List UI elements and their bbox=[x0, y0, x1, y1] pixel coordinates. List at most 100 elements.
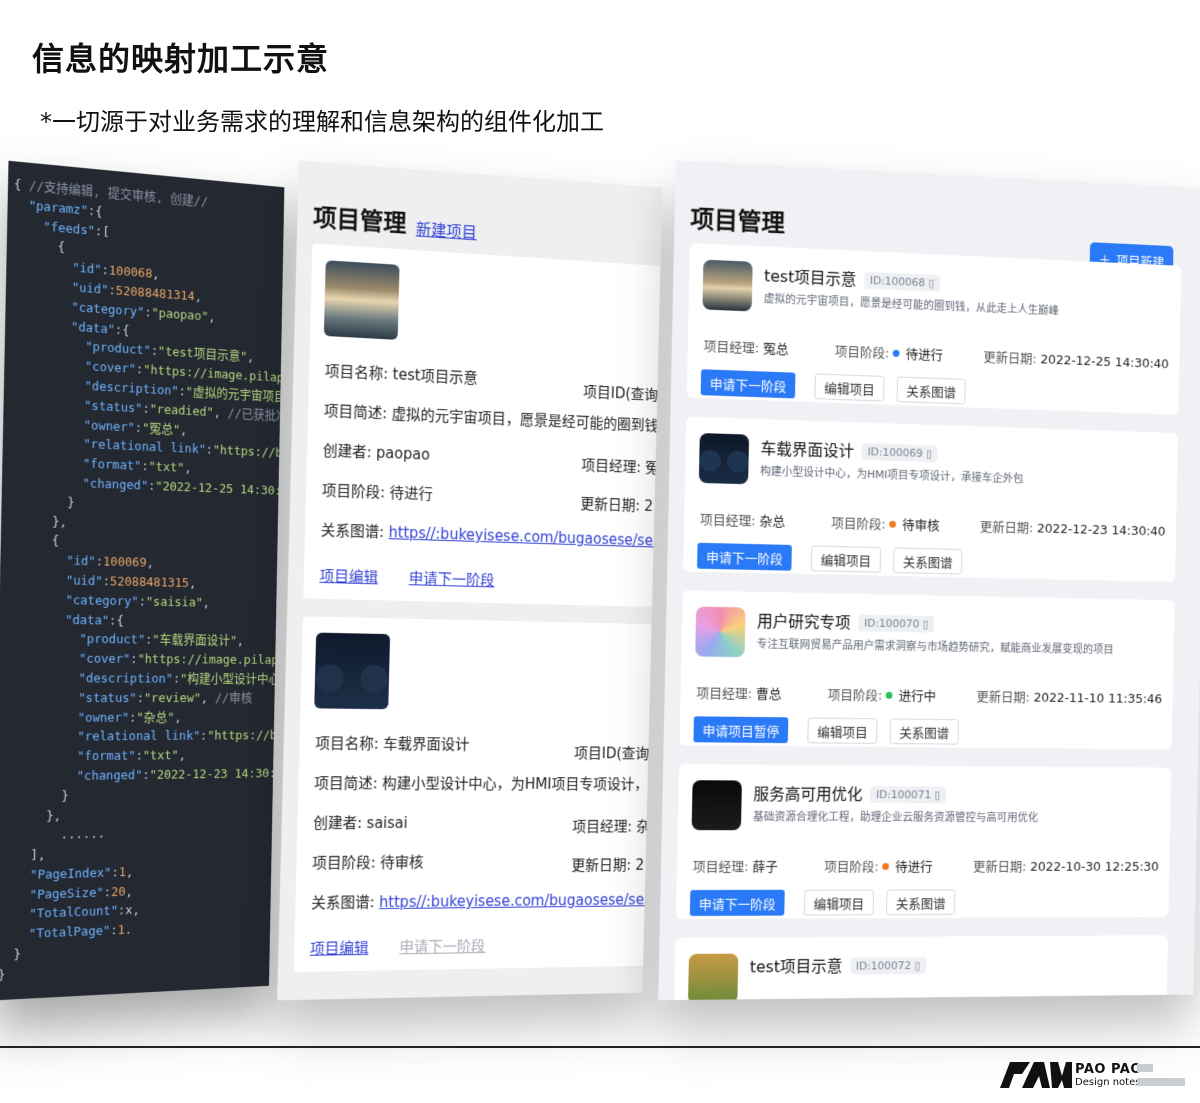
project-link-row: 关系图谱: https//:bukeyisese.com/bugaosese/s… bbox=[311, 889, 651, 913]
code-token: , bbox=[208, 310, 215, 325]
field-label: 项目阶段: bbox=[322, 481, 386, 501]
code-token: :{ bbox=[88, 204, 103, 220]
field-label: 项目阶段: bbox=[828, 688, 883, 703]
primary-action-button[interactable]: 申请项目暂停 bbox=[693, 716, 788, 743]
code-token: 52088481314 bbox=[116, 284, 195, 304]
code-token bbox=[6, 552, 66, 568]
copy-icon[interactable]: ▯ bbox=[914, 959, 920, 972]
project-card[interactable]: test项目示意 ID:100068 ▯ 虚拟的元宇宙项目，愿景是经可能的圈到钱，… bbox=[687, 243, 1182, 415]
project-name: 车载界面设计 bbox=[760, 439, 854, 461]
project-updated: 2022-10-30 12:25:30 bbox=[1030, 860, 1159, 875]
field-label: 项目简述: bbox=[324, 402, 388, 423]
edit-project-link[interactable]: 项目编辑 bbox=[310, 937, 369, 959]
edit-project-link[interactable]: 项目编辑 bbox=[319, 565, 378, 587]
project-id-badge[interactable]: ID:100070 ▯ bbox=[858, 615, 934, 633]
code-token: 100068 bbox=[109, 264, 153, 282]
new-project-link[interactable]: 新建项目 bbox=[416, 216, 478, 244]
relation-graph-link[interactable]: https//:bukeyisese.com/bugaosese/ses bbox=[388, 523, 660, 549]
code-token: "TotalCount" bbox=[29, 904, 118, 922]
code-token: "杂总" bbox=[136, 710, 174, 725]
copy-icon[interactable]: ▯ bbox=[928, 277, 934, 290]
next-stage-link[interactable]: 申请下一阶段 bbox=[409, 567, 495, 590]
relation-graph-button[interactable]: 关系图谱 bbox=[886, 889, 955, 915]
code-token bbox=[2, 730, 77, 745]
stage-row: 项目阶段: 待进行 bbox=[835, 341, 943, 364]
relation-graph-button[interactable]: 关系图谱 bbox=[890, 718, 959, 744]
project-creator-row: 创建者: saisai bbox=[313, 812, 408, 833]
logo-bar bbox=[1137, 1064, 1153, 1072]
project-id-badge[interactable]: ID:100071 ▯ bbox=[870, 786, 946, 803]
code-token: , bbox=[201, 691, 215, 705]
code-line: "description":"构建小型设计中心 bbox=[4, 669, 285, 689]
project-card[interactable]: 服务高可用优化 ID:100071 ▯ 基础资源合理化工程，助理企业云服务资源管控… bbox=[676, 764, 1171, 919]
project-card[interactable]: 用户研究专项 ID:100070 ▯ 专注互联网贸易产品用户需求洞察与市场趋势研究… bbox=[679, 590, 1174, 749]
code-token: "changed" bbox=[82, 476, 148, 493]
project-name: 用户研究专项 bbox=[757, 612, 851, 632]
copy-icon[interactable]: ▯ bbox=[926, 447, 932, 460]
field-label: 更新日期: bbox=[980, 520, 1034, 536]
code-token: "PageIndex" bbox=[30, 866, 112, 883]
primary-action-button[interactable]: 申请下一阶段 bbox=[701, 369, 796, 398]
project-id: ID:100072 bbox=[856, 959, 912, 972]
project-card: 项目名称: 车载界面设计 项目ID(查询) 项目简述: 构建小型设计中心，为HM… bbox=[294, 616, 662, 972]
project-stage: 待审核 bbox=[902, 518, 940, 534]
field-label: 项目经理: bbox=[693, 860, 749, 875]
code-token bbox=[13, 217, 43, 234]
relation-graph-button[interactable]: 关系图谱 bbox=[893, 547, 962, 574]
edit-project-button[interactable]: 编辑项目 bbox=[807, 718, 877, 744]
project-id-badge[interactable]: ID:100068 ▯ bbox=[864, 272, 940, 292]
copy-icon[interactable]: ▯ bbox=[934, 789, 940, 802]
code-token: , bbox=[180, 423, 187, 438]
project-card[interactable]: test项目示意 ID:100072 ▯ bbox=[672, 935, 1168, 1000]
code-token: //审核 bbox=[215, 691, 252, 705]
code-token: "product" bbox=[85, 340, 151, 359]
logo-name: PAO PAO bbox=[1075, 1062, 1142, 1077]
project-id-label: 项目ID(查询) bbox=[574, 742, 655, 763]
project-card[interactable]: 车载界面设计 ID:100069 ▯ 构建小型设计中心，为HMI项目专项设计，承接… bbox=[683, 417, 1178, 582]
edit-project-button[interactable]: 编辑项目 bbox=[804, 890, 874, 916]
field-label: 项目经理: bbox=[696, 686, 752, 702]
code-token bbox=[10, 375, 85, 394]
code-token: "status" bbox=[78, 691, 137, 706]
field-label: 项目阶段: bbox=[835, 345, 890, 362]
project-id: ID:100071 bbox=[876, 788, 931, 801]
primary-action-button[interactable]: 申请下一阶段 bbox=[697, 543, 792, 571]
code-token: "TotalPage" bbox=[29, 924, 111, 942]
project-updated-row: 更新日期: 2 bbox=[580, 493, 653, 516]
project-desc: 构建小型设计中心，为HMI项目专项设计，承接车企外包 bbox=[760, 463, 1024, 486]
code-token bbox=[2, 769, 77, 785]
code-token bbox=[8, 434, 83, 452]
code-panel: { //支持编辑, 提交审核, 创建// "paramz":{ "feeds":… bbox=[0, 161, 284, 1001]
code-token bbox=[11, 296, 71, 315]
code-token bbox=[0, 868, 30, 884]
code-token: "uid" bbox=[66, 573, 103, 589]
copy-icon[interactable]: ▯ bbox=[922, 618, 928, 631]
project-creator: paopao bbox=[376, 444, 430, 464]
project-updated: 2 bbox=[644, 497, 653, 515]
project-name: 服务高可用优化 bbox=[753, 785, 862, 804]
code-token bbox=[9, 414, 84, 433]
code-token: . bbox=[125, 923, 133, 938]
project-updated-row: 更新日期: 2 bbox=[571, 854, 644, 875]
edit-project-button[interactable]: 编辑项目 bbox=[811, 545, 881, 572]
relation-graph-button[interactable]: 关系图谱 bbox=[897, 376, 966, 404]
code-token bbox=[3, 691, 78, 706]
code-token: "PageSize" bbox=[29, 885, 103, 902]
field-label: 更新日期: bbox=[973, 860, 1027, 875]
field-label: 更新日期: bbox=[571, 856, 631, 874]
primary-action-button[interactable]: 申请下一阶段 bbox=[690, 890, 785, 916]
code-token: "review" bbox=[144, 691, 201, 706]
next-stage-link[interactable]: 申请下一阶段 bbox=[399, 935, 485, 957]
code-token: , bbox=[152, 267, 159, 282]
edit-project-button[interactable]: 编辑项目 bbox=[814, 373, 884, 401]
project-name: 车载界面设计 bbox=[383, 735, 470, 753]
code-token: , bbox=[189, 576, 196, 591]
code-token: "2022-12-23 14:30:4 bbox=[149, 766, 283, 782]
project-id-badge[interactable]: ID:100072 ▯ bbox=[850, 957, 926, 974]
project-manager: 曹总 bbox=[756, 687, 782, 702]
project-id-badge[interactable]: ID:100069 ▯ bbox=[862, 443, 938, 462]
field-label: 更新日期: bbox=[580, 495, 640, 515]
relation-graph-link[interactable]: https//:bukeyisese.com/bugaosese/ses bbox=[379, 891, 651, 911]
code-token: } bbox=[0, 968, 6, 983]
project-stage-row: 项目阶段: 待进行 bbox=[322, 479, 434, 504]
